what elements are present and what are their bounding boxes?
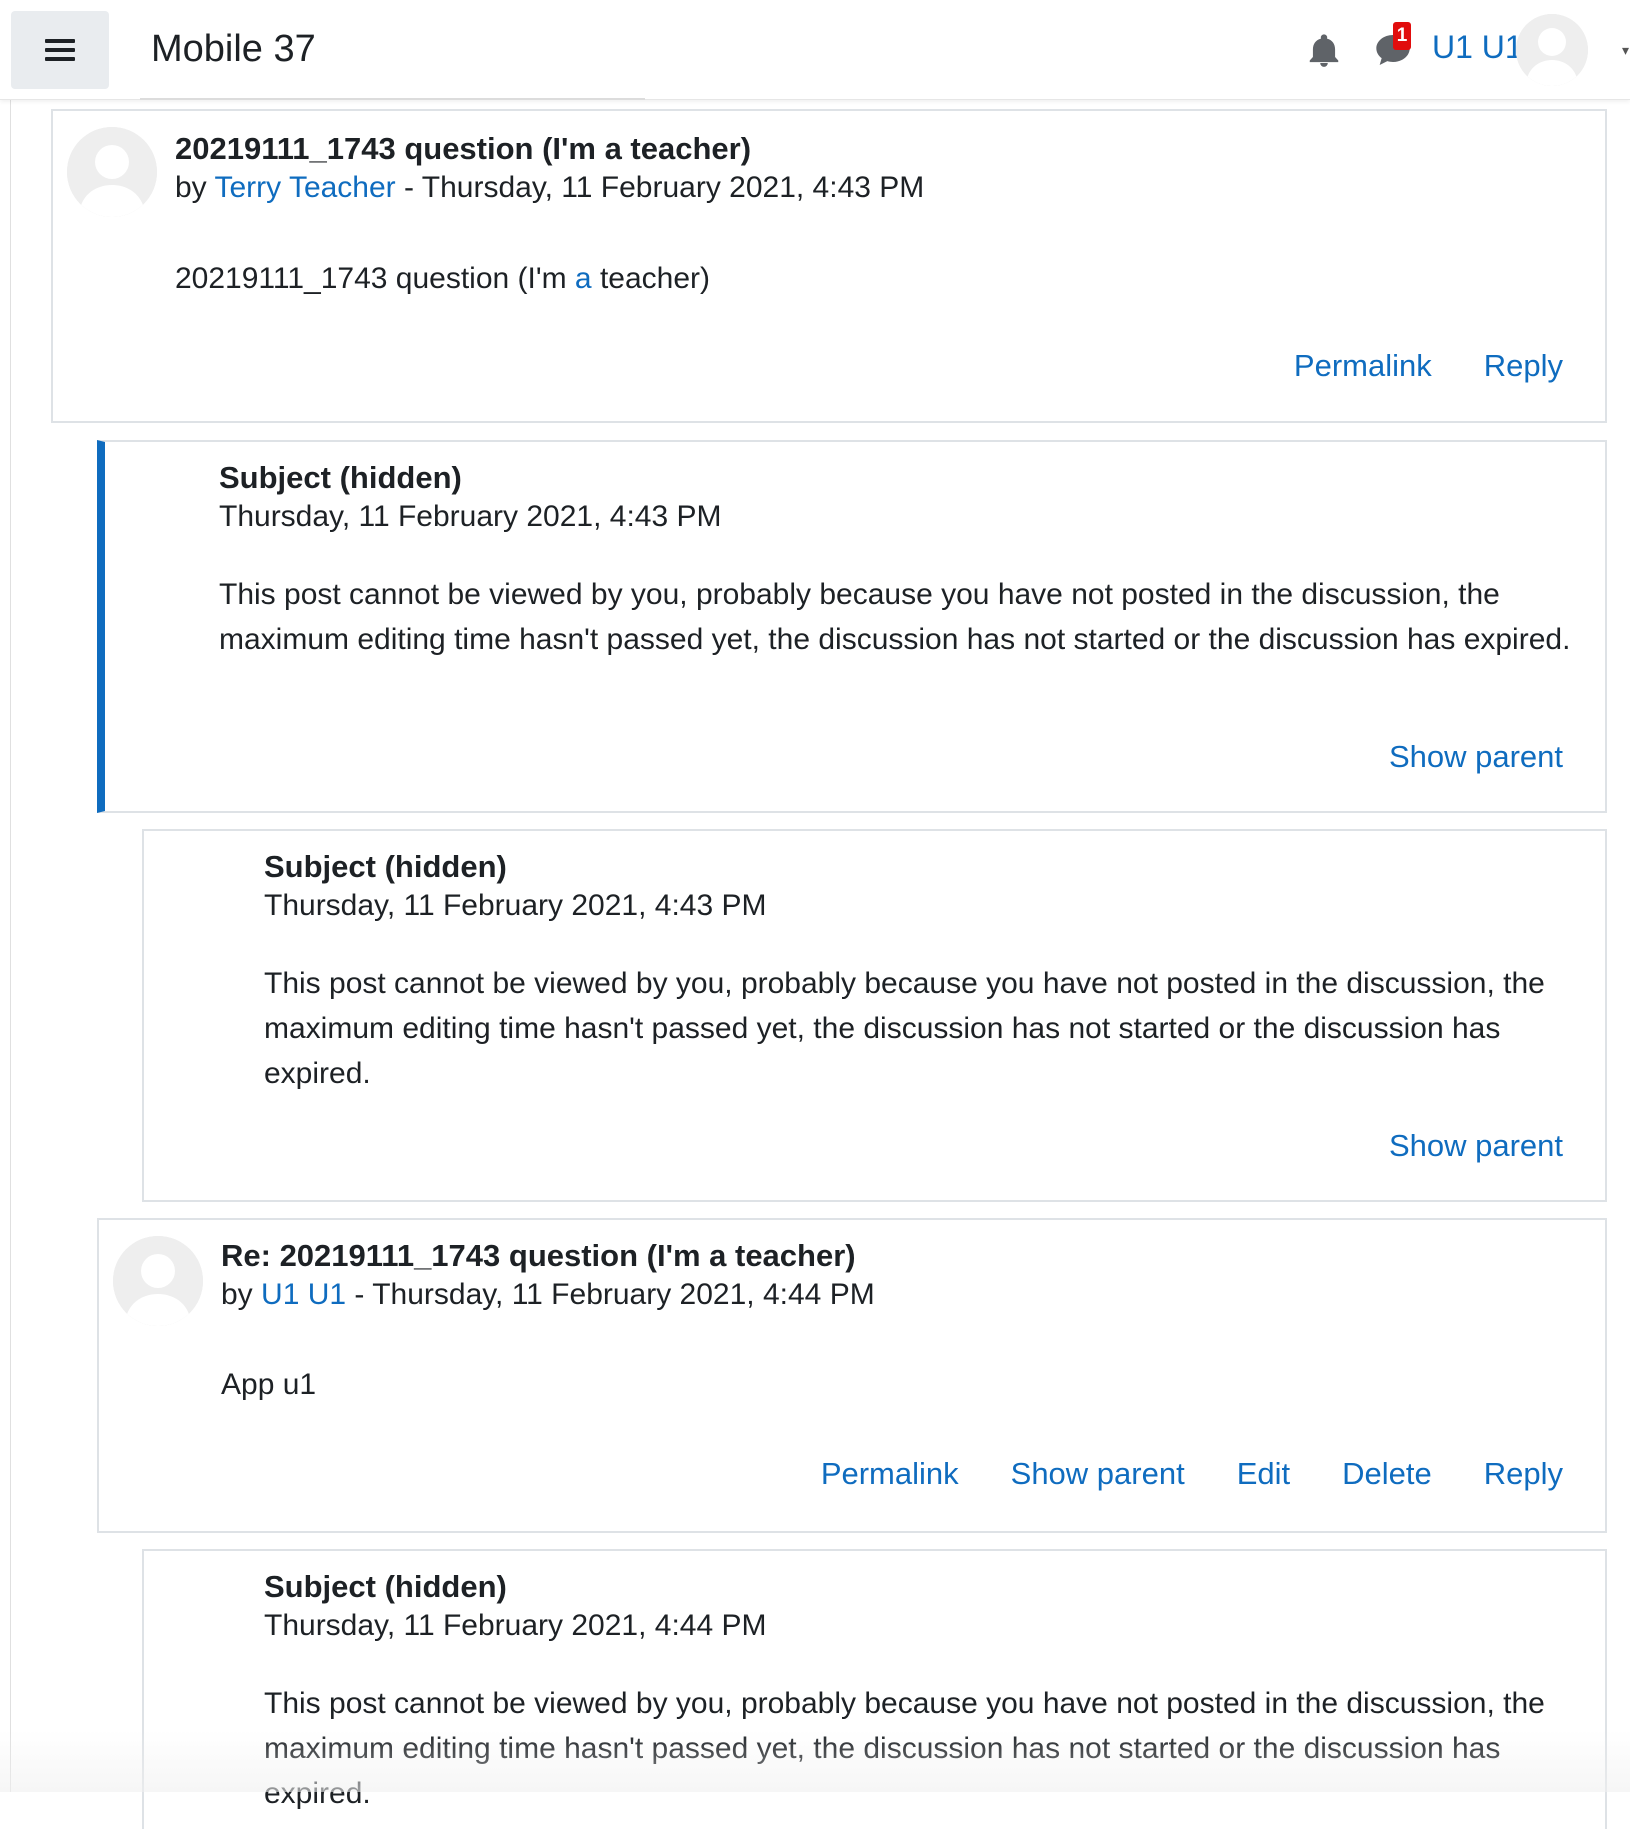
post-date: Thursday, 11 February 2021, 4:43 PM (264, 889, 767, 922)
edit-link[interactable]: Edit (1237, 1456, 1290, 1492)
reply-link[interactable]: Reply (1484, 1456, 1563, 1492)
post-subject: Subject (hidden) (264, 1569, 507, 1604)
post-subject: 20219111_1743 question (I'm a teacher) (175, 131, 752, 166)
post-body: 20219111_1743 question (I'm a teacher) (175, 256, 710, 301)
post-actions: Permalink Show parent Edit Delete Reply (821, 1456, 1563, 1492)
site-name[interactable]: Mobile 37 (151, 28, 316, 71)
discussion-page: 20219111_1743 question (I'm a teacher) b… (10, 100, 1630, 1829)
forum-post: Re: 20219111_1743 question (I'm a teache… (97, 1218, 1607, 1533)
permalink-link[interactable]: Permalink (821, 1456, 959, 1492)
body-link[interactable]: a (575, 262, 592, 295)
byline-separator: - (395, 171, 422, 204)
post-body: This post cannot be viewed by you, proba… (264, 967, 1545, 1090)
post-date: Thursday, 11 February 2021, 4:43 PM (421, 171, 925, 204)
reply-link[interactable]: Reply (1484, 348, 1563, 384)
post-subject: Re: 20219111_1743 question (I'm a teache… (221, 1238, 856, 1273)
post-subject: Subject (hidden) (219, 460, 462, 495)
post-actions: Permalink Reply (1294, 348, 1563, 384)
post-body: This post cannot be viewed by you, proba… (219, 578, 1571, 656)
post-subject: Subject (hidden) (264, 849, 507, 884)
author-avatar[interactable] (113, 1236, 203, 1326)
post-body-text: teacher) (591, 262, 710, 295)
post-date: Thursday, 11 February 2021, 4:44 PM (372, 1278, 875, 1311)
post-date: Thursday, 11 February 2021, 4:44 PM (264, 1609, 767, 1642)
permalink-link[interactable]: Permalink (1294, 348, 1432, 384)
post-body: This post cannot be viewed by you, proba… (264, 1687, 1545, 1810)
forum-post: 20219111_1743 question (I'm a teacher) b… (51, 109, 1607, 423)
by-label: by (221, 1278, 253, 1311)
forum-post-hidden: Subject (hidden) Thursday, 11 February 2… (142, 829, 1607, 1202)
byline-separator: - (346, 1278, 373, 1311)
show-parent-link[interactable]: Show parent (1389, 1128, 1563, 1164)
nav-drawer-toggle-button[interactable] (11, 11, 109, 89)
show-parent-link[interactable]: Show parent (1389, 739, 1563, 775)
user-menu-name[interactable]: U1 U1 (1432, 29, 1523, 66)
post-actions: Show parent (1389, 739, 1563, 775)
delete-link[interactable]: Delete (1342, 1456, 1432, 1492)
forum-post-hidden: Subject (hidden) Thursday, 11 February 2… (97, 440, 1607, 813)
post-body-text: 20219111_1743 question (I'm (175, 262, 575, 295)
post-actions: Show parent (1389, 1128, 1563, 1164)
notification-count-badge: 1 (1393, 22, 1411, 50)
author-avatar[interactable] (67, 127, 157, 217)
chevron-down-icon[interactable]: ▾ (1622, 42, 1630, 58)
divider (140, 98, 645, 100)
hamburger-icon (45, 39, 75, 61)
show-parent-link[interactable]: Show parent (1011, 1456, 1185, 1492)
author-link[interactable]: Terry Teacher (214, 171, 395, 204)
user-avatar[interactable] (1516, 14, 1588, 86)
author-link[interactable]: U1 U1 (261, 1278, 346, 1311)
post-byline: by Terry Teacher - Thursday, 11 February… (175, 171, 924, 205)
bell-icon[interactable] (1305, 32, 1343, 70)
top-navbar: Mobile 37 1 U1 U1 ▾ (0, 0, 1630, 100)
post-byline: by U1 U1 - Thursday, 11 February 2021, 4… (221, 1278, 875, 1312)
by-label: by (175, 171, 207, 204)
forum-post-hidden: Subject (hidden) Thursday, 11 February 2… (142, 1549, 1607, 1829)
post-date: Thursday, 11 February 2021, 4:43 PM (219, 500, 722, 533)
post-body: App u1 (221, 1368, 317, 1401)
